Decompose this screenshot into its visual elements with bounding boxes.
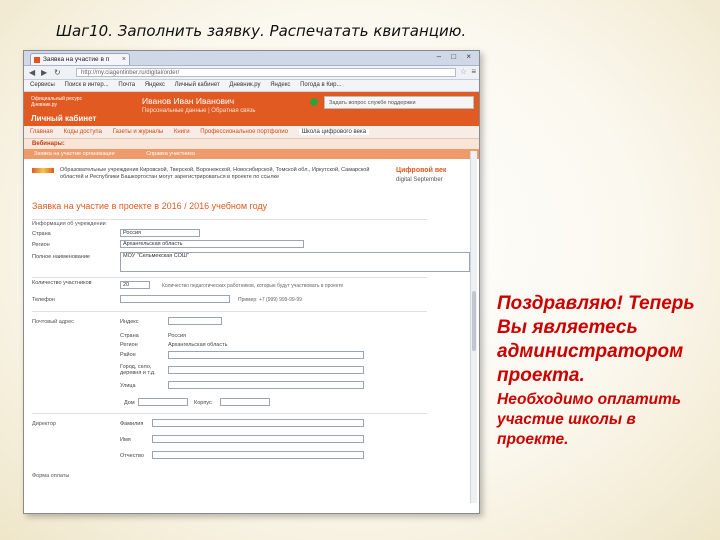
- fullname-textarea[interactable]: МОУ "Сельмекская СОШ": [120, 252, 470, 272]
- district-input[interactable]: [168, 351, 364, 359]
- message-main: Поздравляю! Теперь Вы являетесь админист…: [497, 293, 695, 386]
- section-org: Информация об учреждении: [32, 221, 106, 227]
- divider: [32, 311, 427, 312]
- side-promo-title: Цифровой век: [396, 167, 447, 174]
- region-label: Регион: [32, 242, 50, 248]
- window-controls[interactable]: – □ ×: [437, 52, 475, 61]
- district-label: Район: [120, 352, 136, 358]
- count-label: Количество участников: [32, 280, 92, 286]
- phone-label: Телефон: [32, 297, 55, 303]
- house-label: Дом: [124, 400, 135, 406]
- nav-item-home[interactable]: Главная: [30, 129, 53, 135]
- divider: [32, 277, 427, 278]
- name-input[interactable]: [152, 435, 364, 443]
- flag-icon: [32, 168, 54, 173]
- browser-window: Заявка на участие в п × – □ × ◀ ▶ ↻ http…: [23, 50, 480, 514]
- favicon-icon: [34, 57, 40, 63]
- divider: [32, 413, 427, 414]
- side-promo-subtitle: digital September: [396, 177, 443, 183]
- sub-nav: Заявка на участие организации Справка уч…: [24, 149, 479, 159]
- count-hint: Количество педагогических работников, ко…: [162, 283, 344, 289]
- bookmark-item[interactable]: Дневник.ру: [229, 82, 260, 88]
- subnav-item-reference[interactable]: Справка участника: [146, 151, 195, 157]
- url-input[interactable]: http://my.ciagentinber.ru/digital/order/: [76, 68, 456, 77]
- message-sub: Необходимо оплатить участие школы в прое…: [497, 391, 682, 448]
- fullname-label: Полное наименование: [32, 254, 90, 260]
- logo-caption: Официальный ресурс Дневник.ру: [31, 96, 83, 108]
- back-icon[interactable]: ◀: [29, 68, 35, 77]
- divider: [32, 219, 427, 220]
- support-icon: [310, 98, 318, 106]
- addr-country-value: Россия: [168, 333, 187, 339]
- reload-icon[interactable]: ↻: [54, 68, 61, 77]
- site-logo[interactable]: Официальный ресурс Дневник.ру Личный каб…: [31, 96, 101, 123]
- building-input[interactable]: [220, 398, 270, 406]
- bookmark-item[interactable]: Личный кабинет: [175, 82, 220, 88]
- building-label: Корпус: [194, 400, 212, 406]
- bookmark-item[interactable]: Яндекс: [145, 82, 165, 88]
- tab-title: Заявка на участие в п: [43, 56, 110, 63]
- form-title: Заявка на участие в проекте в 2016 / 201…: [32, 201, 268, 211]
- forward-icon[interactable]: ▶: [41, 68, 47, 77]
- surname-label: Фамилия: [120, 421, 144, 427]
- nav-item-access-codes[interactable]: Коды доступа: [64, 129, 102, 135]
- street-label: Улица: [120, 383, 136, 389]
- index-label: Индекс: [120, 319, 139, 325]
- main-nav: Главная Коды доступа Газеты и журналы Кн…: [24, 126, 479, 139]
- address-bar: ◀ ▶ ↻ http://my.ciagentinber.ru/digital/…: [24, 66, 479, 80]
- city-input[interactable]: [168, 366, 364, 374]
- logo-title: Личный кабинет: [31, 114, 97, 123]
- slide-title: Шаг10. Заполнить заявку. Распечатать кви…: [56, 22, 467, 40]
- region-select[interactable]: Архангельская область: [120, 240, 304, 248]
- menu-icon[interactable]: ≡: [471, 67, 476, 76]
- nav-item-digital-school[interactable]: Школа цифрового века: [298, 129, 370, 135]
- bookmark-item[interactable]: Почта: [118, 82, 135, 88]
- phone-input[interactable]: [120, 295, 230, 303]
- instruction-message: Поздравляю! Теперь Вы являетесь админист…: [497, 292, 707, 450]
- addr-region-label: Регион: [120, 342, 138, 348]
- street-input[interactable]: [168, 381, 364, 389]
- house-input[interactable]: [138, 398, 188, 406]
- browser-tab[interactable]: Заявка на участие в п ×: [30, 53, 130, 65]
- addr-country-label: Страна: [120, 333, 139, 339]
- user-links[interactable]: Персональные данные | Обратная связь: [142, 108, 256, 114]
- close-tab-icon[interactable]: ×: [122, 54, 126, 66]
- patronymic-input[interactable]: [152, 451, 364, 459]
- bookmark-item[interactable]: Поиск в интер...: [65, 82, 109, 88]
- site-header: Официальный ресурс Дневник.ру Личный каб…: [24, 92, 479, 126]
- name-label: Имя: [120, 437, 131, 443]
- section-address: Почтовый адрес: [32, 319, 74, 325]
- nav-item-journals[interactable]: Газеты и журналы: [113, 129, 164, 135]
- star-icon[interactable]: ☆: [460, 67, 467, 76]
- info-text: Образовательные учреждения Кировской, Тв…: [60, 167, 370, 180]
- bookmark-item[interactable]: Погода в Кир...: [300, 82, 341, 88]
- section-payment: Форма оплаты: [32, 473, 70, 479]
- side-promo[interactable]: Цифровой век digital September: [396, 167, 476, 183]
- phone-hint: Пример: +7 (999) 999-99-99: [238, 297, 302, 303]
- bookmark-item[interactable]: Сервисы: [30, 82, 55, 88]
- bookmarks-bar: Сервисы Поиск в интер... Почта Яндекс Ли…: [24, 80, 479, 92]
- support-question-button[interactable]: Задать вопрос службе поддержки: [324, 96, 474, 109]
- page-scrollbar[interactable]: [470, 151, 477, 503]
- city-label: Город, село, деревня и т.д.: [120, 364, 156, 376]
- nav-item-portfolio[interactable]: Профессиональное портфолио: [200, 129, 288, 135]
- user-name: Иванов Иван Иванович: [142, 96, 235, 106]
- webinar-bar[interactable]: Вебинары:: [24, 139, 479, 149]
- patronymic-label: Отчество: [120, 453, 144, 459]
- subnav-item-application[interactable]: Заявка на участие организации: [34, 151, 115, 157]
- count-input[interactable]: 20: [120, 281, 150, 289]
- nav-item-books[interactable]: Книги: [174, 129, 190, 135]
- section-director: Директор: [32, 421, 56, 427]
- index-input[interactable]: [168, 317, 222, 325]
- country-select[interactable]: Россия: [120, 229, 200, 237]
- surname-input[interactable]: [152, 419, 364, 427]
- country-label: Страна: [32, 231, 51, 237]
- addr-region-value: Архангельская область: [168, 342, 228, 348]
- tab-bar: Заявка на участие в п × – □ ×: [24, 51, 479, 66]
- scrollbar-thumb[interactable]: [472, 291, 476, 351]
- form-content: Образовательные учреждения Кировской, Тв…: [24, 159, 479, 499]
- bookmark-item[interactable]: Яндекс: [270, 82, 290, 88]
